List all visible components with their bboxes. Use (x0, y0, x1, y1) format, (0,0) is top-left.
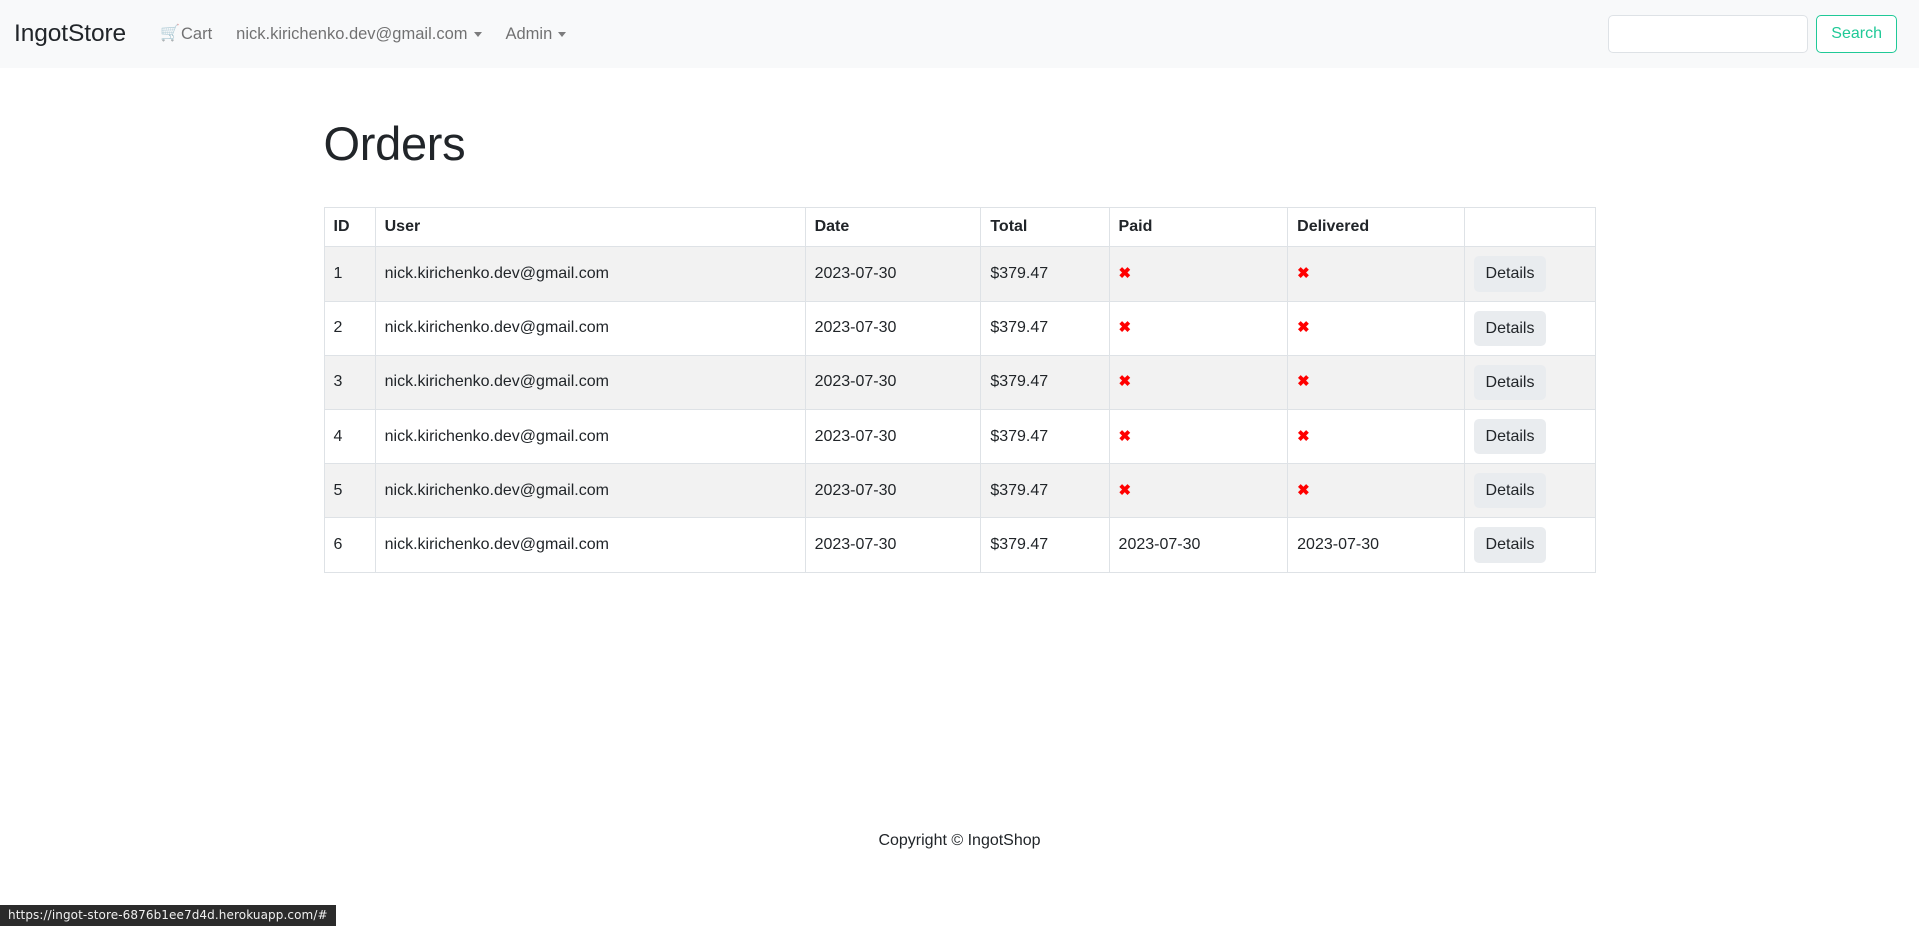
cell-date: 2023-07-30 (804, 408, 982, 465)
cell-actions: Details (1463, 517, 1596, 573)
column-header-user: User (374, 207, 806, 248)
brand-logo[interactable]: IngotStore (14, 20, 126, 48)
cell-delivered: ✖ (1287, 354, 1465, 410)
cell-delivered: ✖ (1287, 463, 1465, 519)
column-header-date: Date (804, 207, 982, 248)
nav-link-admin-label: Admin (505, 24, 553, 43)
cross-icon: ✖ (1118, 264, 1132, 282)
cross-icon: ✖ (1118, 373, 1132, 391)
details-button[interactable]: Details (1473, 527, 1547, 563)
cell-id: 2 (323, 300, 376, 356)
footer: Copyright © IngotShop (0, 832, 1919, 850)
table-row: 6 nick.kirichenko.dev@gmail.com 2023-07-30… (323, 517, 1596, 573)
cell-id: 3 (323, 354, 376, 410)
details-button[interactable]: Details (1473, 473, 1547, 509)
cross-icon: ✖ (1297, 319, 1310, 337)
cell-delivered: ✖ (1287, 408, 1465, 465)
cell-date: 2023-07-30 (804, 300, 982, 356)
cell-paid: ✖ (1108, 300, 1289, 356)
cell-date: 2023-07-30 (804, 246, 982, 302)
details-button[interactable]: Details (1473, 418, 1547, 455)
footer-copyright: Copyright © IngotShop (878, 832, 1041, 849)
cell-paid: ✖ (1108, 408, 1289, 465)
cell-delivered: ✖ (1287, 300, 1465, 356)
nav-link-admin[interactable]: Admin (494, 17, 579, 52)
orders-table: ID User Date Total Paid Delivered 1 nick.… (323, 207, 1596, 573)
cross-icon: ✖ (1118, 319, 1132, 337)
cell-total: $379.47 (980, 246, 1110, 302)
table-row: 3 nick.kirichenko.dev@gmail.com 2023-07-30… (323, 354, 1596, 410)
nav-link-account[interactable]: nick.kirichenko.dev@gmail.com (224, 17, 493, 52)
table-row: 1 nick.kirichenko.dev@gmail.com 2023-07-30… (323, 246, 1596, 302)
orders-table-head: ID User Date Total Paid Delivered (323, 207, 1596, 248)
column-header-total: Total (980, 207, 1110, 248)
search-button[interactable]: Search (1816, 15, 1897, 53)
status-bar-url: https://ingot-store-6876b1ee7d4d.herokua… (0, 905, 336, 926)
nav-link-account-label: nick.kirichenko.dev@gmail.com (236, 24, 468, 43)
cell-id: 5 (323, 463, 376, 519)
orders-table-body: 1 nick.kirichenko.dev@gmail.com 2023-07-30… (323, 246, 1596, 573)
cell-user: nick.kirichenko.dev@gmail.com (374, 300, 806, 356)
cell-paid: ✖ (1108, 463, 1289, 519)
details-button[interactable]: Details (1473, 256, 1547, 292)
cross-icon: ✖ (1297, 481, 1310, 499)
nav-link-cart[interactable]: 🛒 Cart (148, 17, 224, 52)
column-header-id: ID (323, 207, 376, 248)
cell-user: nick.kirichenko.dev@gmail.com (374, 354, 806, 410)
cell-paid: ✖ (1108, 246, 1289, 302)
cell-user: nick.kirichenko.dev@gmail.com (374, 246, 806, 302)
column-header-paid: Paid (1108, 207, 1289, 248)
cell-paid: ✖ (1108, 354, 1289, 410)
cell-total: $379.47 (980, 408, 1110, 465)
cell-id: 6 (323, 517, 376, 573)
cell-id: 1 (323, 246, 376, 302)
main-container: Orders ID User Date Total Paid Delivered… (312, 116, 1608, 573)
cell-user: nick.kirichenko.dev@gmail.com (374, 408, 806, 465)
navbar-search-group: Search (1608, 0, 1897, 68)
cell-user: nick.kirichenko.dev@gmail.com (374, 463, 806, 519)
cross-icon: ✖ (1297, 264, 1310, 282)
nav-links: 🛒 Cart nick.kirichenko.dev@gmail.com Admi… (148, 17, 578, 52)
shopping-cart-icon: 🛒 (160, 25, 180, 42)
navbar: IngotStore 🛒 Cart nick.kirichenko.dev@gma… (0, 0, 1919, 68)
table-header-row: ID User Date Total Paid Delivered (323, 207, 1596, 248)
details-button[interactable]: Details (1473, 310, 1547, 346)
table-row: 2 nick.kirichenko.dev@gmail.com 2023-07-30… (323, 300, 1596, 356)
cross-icon: ✖ (1118, 481, 1132, 499)
cell-date: 2023-07-30 (804, 354, 982, 410)
cell-paid: 2023-07-30 (1108, 517, 1289, 573)
cell-date: 2023-07-30 (804, 517, 982, 573)
cell-date: 2023-07-30 (804, 463, 982, 519)
cell-total: $379.47 (980, 300, 1110, 356)
chevron-down-icon (473, 31, 482, 37)
cell-actions: Details (1463, 354, 1596, 410)
page-title: Orders (323, 117, 466, 170)
column-header-actions (1463, 207, 1596, 248)
table-row: 5 nick.kirichenko.dev@gmail.com 2023-07-30… (323, 463, 1596, 519)
cell-actions: Details (1463, 463, 1596, 519)
cell-delivered: ✖ (1287, 246, 1465, 302)
cell-actions: Details (1463, 246, 1596, 302)
search-input[interactable] (1608, 15, 1809, 53)
nav-link-cart-label: Cart (180, 24, 213, 43)
cross-icon: ✖ (1118, 427, 1132, 445)
cell-id: 4 (323, 408, 376, 465)
chevron-down-icon (558, 31, 567, 37)
cell-total: $379.47 (980, 517, 1110, 573)
cross-icon: ✖ (1297, 427, 1310, 445)
table-row: 4 nick.kirichenko.dev@gmail.com 2023-07-30… (323, 408, 1596, 465)
cell-total: $379.47 (980, 463, 1110, 519)
details-button[interactable]: Details (1473, 364, 1547, 400)
cell-actions: Details (1463, 300, 1596, 356)
cell-delivered: 2023-07-30 (1287, 517, 1465, 573)
cell-total: $379.47 (980, 354, 1110, 410)
column-header-delivered: Delivered (1287, 207, 1465, 248)
cell-actions: Details (1463, 408, 1596, 465)
cross-icon: ✖ (1297, 373, 1310, 391)
cell-user: nick.kirichenko.dev@gmail.com (374, 517, 806, 573)
